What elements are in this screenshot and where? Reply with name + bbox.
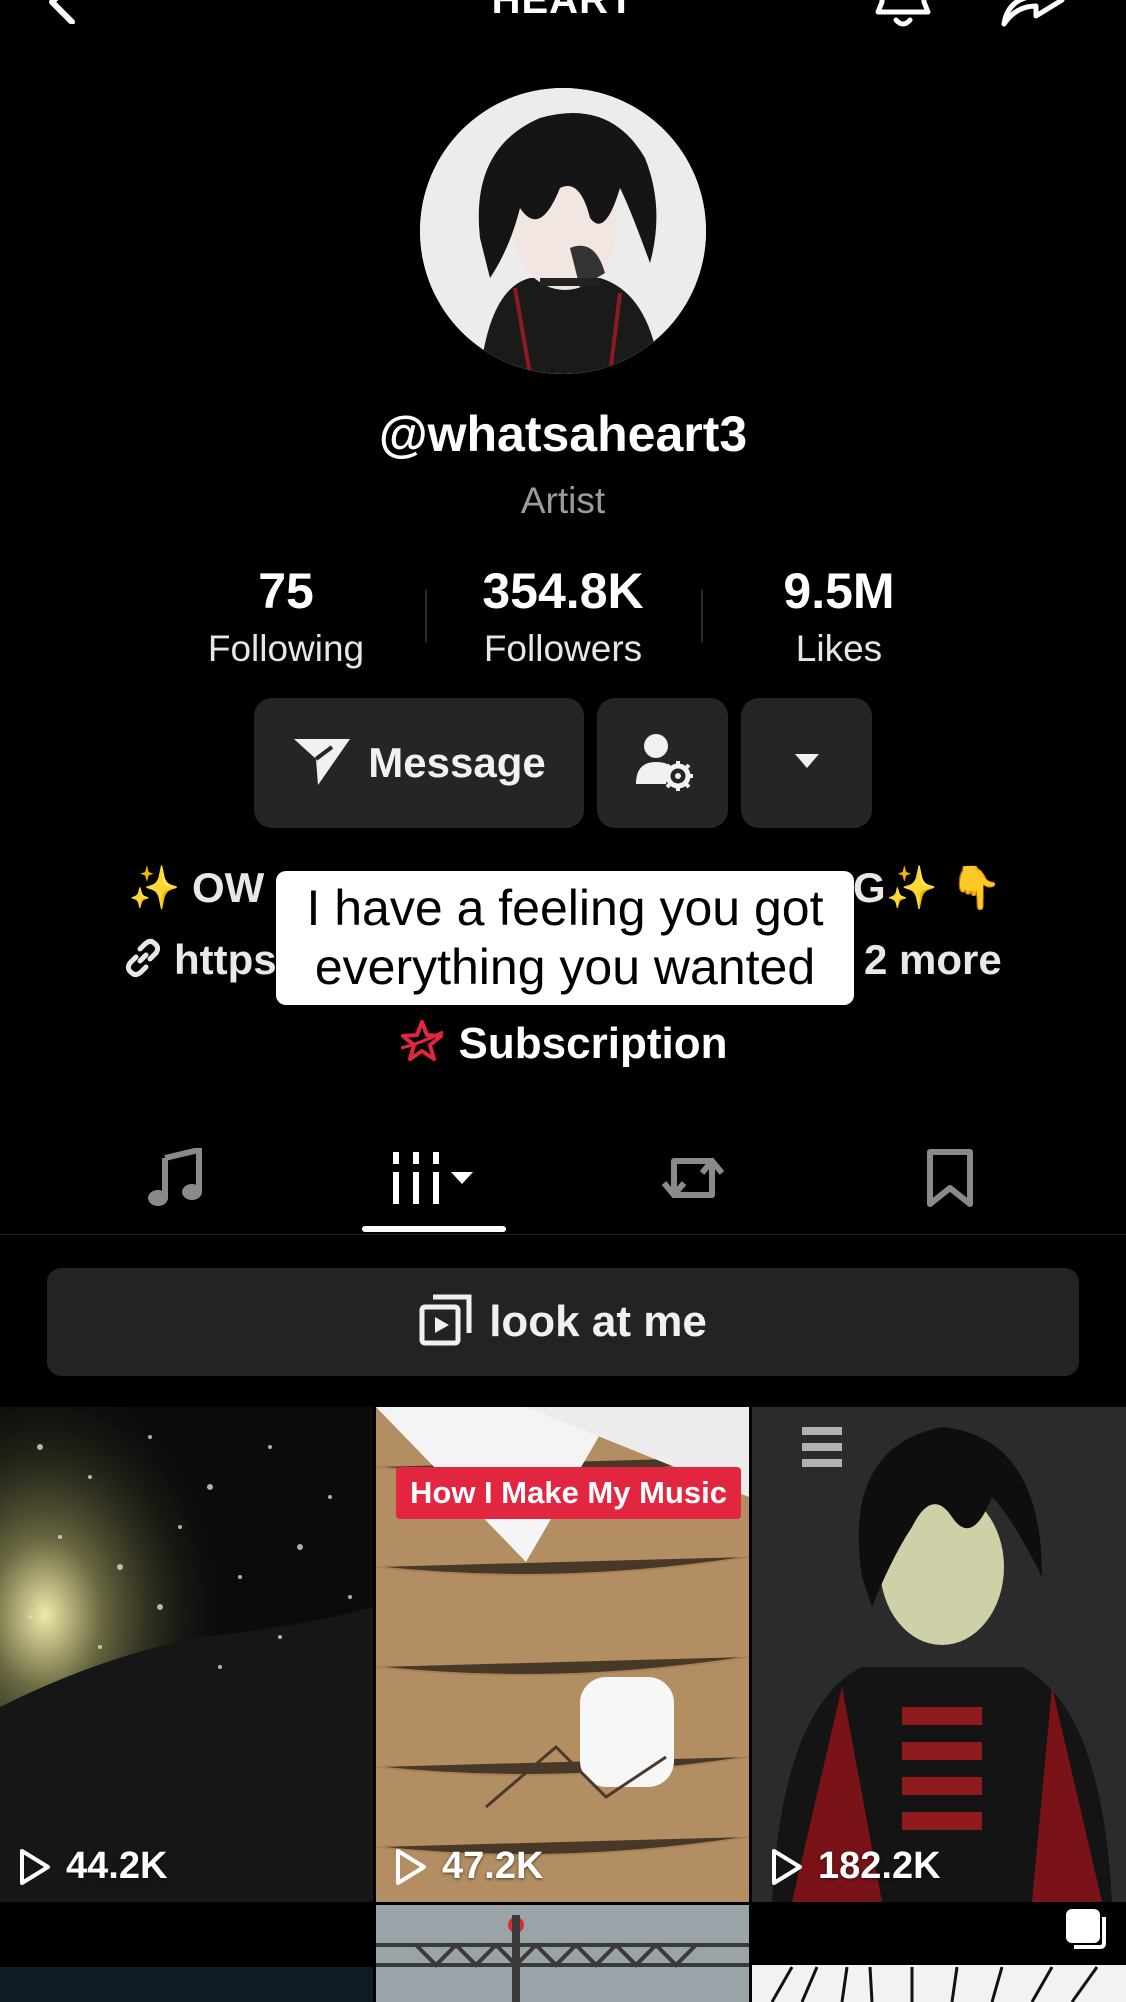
repost-icon [660,1149,726,1212]
stat-label: Following [207,628,365,669]
send-icon [292,735,352,792]
thumbnail-image [752,1407,1126,1902]
back-icon[interactable] [40,0,84,29]
view-count-label: 182.2K [818,1845,941,1887]
playlist-label: look at me [489,1297,707,1346]
grid-icon [389,1150,479,1211]
view-count: 182.2K [770,1845,941,1888]
subscription-label: Subscription [458,1018,728,1068]
playlist-button[interactable]: look at me [47,1268,1079,1376]
avatar[interactable] [420,88,706,374]
tab-reposts[interactable] [603,1135,783,1225]
view-count: 44.2K [18,1845,167,1888]
user-settings-icon [632,730,694,797]
stat-value: 9.5M [783,563,895,619]
stat-value: 75 [258,563,314,619]
thumbnail-image [0,1905,373,2002]
stat-label: Followers [483,628,643,669]
view-count-label: 47.2K [442,1845,544,1887]
follow-settings-button[interactable] [597,698,728,828]
bookmark-icon [926,1148,974,1213]
video-thumbnail[interactable]: 44.2K [0,1407,373,1902]
page-title: HEART [491,0,635,22]
bell-icon[interactable] [868,0,938,35]
stat-value: 354.8K [482,563,644,619]
video-thumbnail[interactable] [0,1905,373,2002]
view-count-label: 44.2K [66,1845,168,1887]
top-bar: HEART [0,0,1126,40]
stat-followers[interactable]: 354.8K Followers [443,562,683,670]
message-button[interactable]: Message [254,698,584,828]
thumbnail-image [0,1407,373,1902]
share-icon[interactable] [996,0,1068,35]
video-thumbnail[interactable] [376,1905,749,2002]
caret-down-icon [793,752,821,775]
bio-more-link[interactable]: 2 more [864,936,1002,984]
video-thumbnail[interactable]: How I Make My Music 47.2K [376,1407,749,1902]
stat-likes[interactable]: 9.5M Likes [719,562,959,670]
playlist-icon [419,1293,473,1352]
bio-text-end: G✨ 👇 [853,864,1002,911]
profile-subtitle: Artist [520,480,606,521]
tab-saved[interactable] [860,1135,1040,1225]
play-icon [772,1848,802,1885]
bio-link[interactable]: https [122,936,277,984]
music-note-icon [147,1145,203,1213]
stat-label: Likes [795,628,883,669]
play-icon [396,1848,426,1885]
divider [0,1234,1126,1235]
tab-music[interactable] [85,1135,265,1225]
video-thumbnail[interactable] [752,1905,1126,2002]
tab-videos[interactable] [344,1135,524,1225]
play-icon [20,1848,50,1885]
message-label: Message [368,739,546,786]
stat-following[interactable]: 75 Following [166,562,406,670]
caption-overlay: I have a feeling you got everything you … [276,871,854,1005]
video-thumbnail[interactable]: 182.2K [752,1407,1126,1902]
bio-text-start: ✨ OW [128,864,265,911]
subscription-link[interactable]: Subscription [0,1018,1126,1069]
active-tab-indicator [362,1226,506,1232]
view-count: 47.2K [394,1845,543,1888]
stat-divider [425,590,427,642]
video-badge: How I Make My Music [396,1467,741,1519]
multi-image-icon [1062,1905,1108,1956]
subscription-star-icon [399,1018,445,1069]
bio-link-text: https [174,936,277,983]
more-options-button[interactable] [741,698,872,828]
thumbnail-image [376,1905,749,2002]
username: @whatsaheart3 [378,406,748,462]
link-icon [122,937,164,984]
stat-divider [701,590,703,642]
